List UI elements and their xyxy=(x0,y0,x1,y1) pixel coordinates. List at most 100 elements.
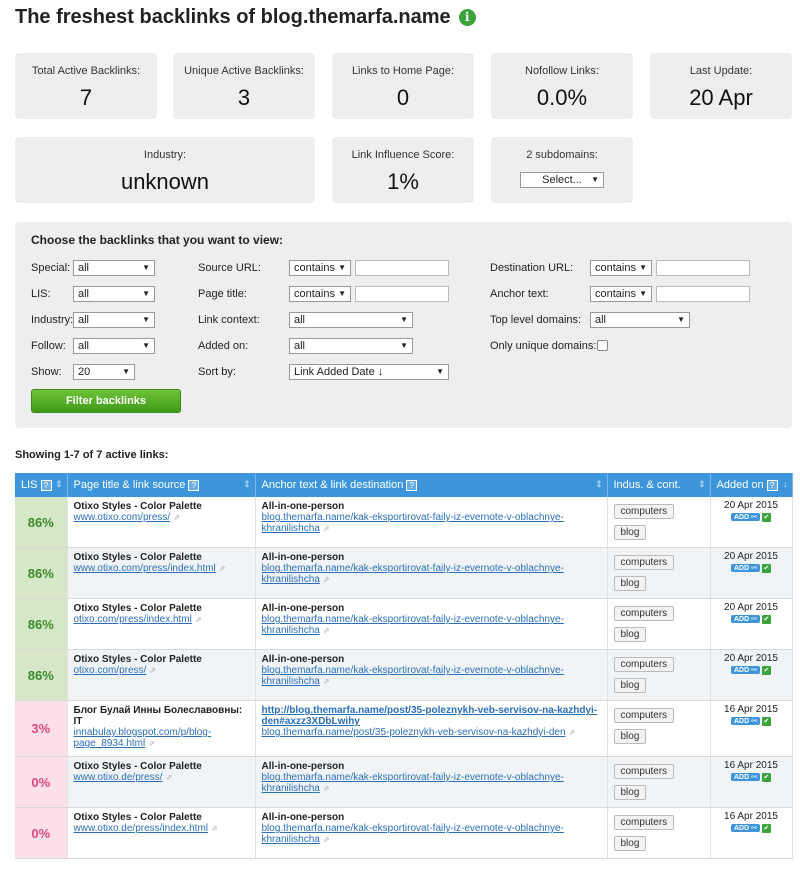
industry-tag[interactable]: computers xyxy=(613,764,675,779)
anchor-text-op-select[interactable]: contains xyxy=(590,286,652,302)
external-link-icon[interactable]: ⇗ xyxy=(195,615,202,624)
lis-value: 3% xyxy=(31,721,51,736)
industry-tag[interactable]: computers xyxy=(613,657,675,672)
filter-heading: Choose the backlinks that you want to vi… xyxy=(31,233,284,247)
col-industry[interactable]: Indus. & cont. ⇕ xyxy=(607,473,711,497)
add-badge[interactable]: ADD ⚯ xyxy=(731,513,760,521)
added-on-select[interactable]: all xyxy=(289,338,413,354)
help-icon[interactable]: ? xyxy=(188,480,200,491)
follow-select[interactable]: all xyxy=(73,338,155,354)
dest-url-input[interactable] xyxy=(656,260,750,276)
source-url-op-select[interactable]: contains xyxy=(289,260,351,276)
industry-tag[interactable]: computers xyxy=(613,708,675,723)
source-url-input[interactable] xyxy=(355,260,449,276)
added-date: 20 Apr 2015 xyxy=(724,551,778,562)
external-link-icon[interactable]: ⇗ xyxy=(323,835,330,844)
add-badge[interactable]: ADD ⚯ xyxy=(731,717,760,725)
add-badge[interactable]: ADD ⚯ xyxy=(731,615,760,623)
context-tag[interactable]: blog xyxy=(613,678,647,693)
external-link-icon[interactable]: ⇗ xyxy=(148,739,155,748)
sort-icon[interactable]: ⇕ xyxy=(55,479,63,490)
table-row: 86% Otixo Styles - Color Palette otixo.com… xyxy=(15,649,793,701)
anchor-text: All-in-one-person xyxy=(261,603,345,614)
page-title-op-select[interactable]: contains xyxy=(289,286,351,302)
help-icon[interactable]: ? xyxy=(766,480,778,491)
industry-tag[interactable]: computers xyxy=(613,815,675,830)
dest-url-label: Destination URL: xyxy=(490,262,574,274)
filter-backlinks-button[interactable]: Filter backlinks xyxy=(31,389,181,413)
col-page-title[interactable]: Page title & link source? ⇕ xyxy=(67,473,256,497)
page-title-text: The freshest backlinks of blog.themarfa.… xyxy=(15,6,451,28)
sort-by-select[interactable]: Link Added Date ↓ xyxy=(289,364,449,380)
external-link-icon[interactable]: ⇗ xyxy=(323,575,330,584)
lis-select[interactable]: all xyxy=(73,286,155,302)
context-tag[interactable]: blog xyxy=(613,836,647,851)
destination-link[interactable]: blog.themarfa.name/kak-eksportirovat-fai… xyxy=(262,665,564,687)
add-badge[interactable]: ADD ⚯ xyxy=(731,666,760,674)
source-link[interactable]: otixo.com/press/index.html xyxy=(74,614,192,625)
added-cell: 20 Apr 2015 ADD ⚯ ✔ xyxy=(710,649,793,701)
external-link-icon[interactable]: ⇗ xyxy=(569,728,576,737)
help-icon[interactable]: ? xyxy=(40,480,52,491)
source-link[interactable]: www.otixo.de/press/index.html xyxy=(74,823,209,834)
industry-tag[interactable]: computers xyxy=(613,504,675,519)
source-link[interactable]: www.otixo.com/press/index.html xyxy=(74,563,216,574)
context-tag[interactable]: blog xyxy=(613,525,647,540)
external-link-icon[interactable]: ⇗ xyxy=(173,513,180,522)
page-title-input[interactable] xyxy=(355,286,449,302)
anchor-text[interactable]: http://blog.themarfa.name/post/35-polezn… xyxy=(262,705,601,727)
destination-link[interactable]: blog.themarfa.name/kak-eksportirovat-fai… xyxy=(262,823,564,845)
dest-url-op-select[interactable]: contains xyxy=(590,260,652,276)
stat-value: unknown xyxy=(120,169,210,194)
page-title-label: Page title: xyxy=(198,288,247,300)
context-tag[interactable]: blog xyxy=(613,785,647,800)
sort-icon[interactable]: ⇕ xyxy=(698,479,706,490)
source-link[interactable]: otixo.com/press/ xyxy=(74,665,147,676)
destination-link[interactable]: blog.themarfa.name/kak-eksportirovat-fai… xyxy=(262,772,564,794)
source-link[interactable]: www.otixo.com/press/ xyxy=(74,512,171,523)
destination-link[interactable]: blog.themarfa.name/kak-eksportirovat-fai… xyxy=(262,563,564,585)
anchor-text: All-in-one-person xyxy=(261,501,345,512)
source-link[interactable]: www.otixo.de/press/ xyxy=(74,772,163,783)
destination-link[interactable]: blog.themarfa.name/kak-eksportirovat-fai… xyxy=(262,512,564,534)
source-link[interactable]: innabulay.blogspot.com/p/blog-page_8934.… xyxy=(74,727,212,749)
sort-by-label: Sort by: xyxy=(198,366,236,378)
destination-link[interactable]: blog.themarfa.name/post/35-poleznykh-veb… xyxy=(262,727,566,738)
add-badge[interactable]: ADD ⚯ xyxy=(731,564,760,572)
col-anchor[interactable]: Anchor text & link destination? ⇕ xyxy=(255,473,608,497)
industry-tag[interactable]: computers xyxy=(613,606,675,621)
external-link-icon[interactable]: ⇗ xyxy=(323,524,330,533)
destination-link[interactable]: blog.themarfa.name/kak-eksportirovat-fai… xyxy=(262,614,564,636)
external-link-icon[interactable]: ⇗ xyxy=(165,773,172,782)
external-link-icon[interactable]: ⇗ xyxy=(323,677,330,686)
link-context-select[interactable]: all xyxy=(289,312,413,328)
sort-icon[interactable]: ⇕ xyxy=(243,479,251,490)
info-icon[interactable]: i xyxy=(458,9,476,26)
special-select[interactable]: all xyxy=(73,260,155,276)
col-lis[interactable]: LIS? ⇕ xyxy=(15,473,68,497)
subdomains-select[interactable]: Select... xyxy=(520,172,604,188)
show-select[interactable]: 20 xyxy=(73,364,135,380)
unique-domains-checkbox[interactable] xyxy=(597,340,608,351)
page-title: The freshest backlinks of blog.themarfa.… xyxy=(15,6,476,29)
external-link-icon[interactable]: ⇗ xyxy=(149,666,156,675)
external-link-icon[interactable]: ⇗ xyxy=(323,626,330,635)
external-link-icon[interactable]: ⇗ xyxy=(219,564,226,573)
context-tag[interactable]: blog xyxy=(613,729,647,744)
context-tag[interactable]: blog xyxy=(613,576,647,591)
context-tag[interactable]: blog xyxy=(613,627,647,642)
col-added-on[interactable]: Added on? ↓ xyxy=(710,473,793,497)
lis-value: 86% xyxy=(27,514,54,530)
anchor-text-input[interactable] xyxy=(656,286,750,302)
source-url-label: Source URL: xyxy=(198,262,261,274)
external-link-icon[interactable]: ⇗ xyxy=(323,784,330,793)
add-badge[interactable]: ADD ⚯ xyxy=(731,773,760,781)
external-link-icon[interactable]: ⇗ xyxy=(211,824,218,833)
sort-icon[interactable]: ⇕ xyxy=(595,479,603,490)
industry-tag[interactable]: computers xyxy=(613,555,675,570)
help-icon[interactable]: ? xyxy=(406,480,418,491)
tld-select[interactable]: all xyxy=(590,312,690,328)
sort-icon[interactable]: ↓ xyxy=(783,479,788,489)
industry-select[interactable]: all xyxy=(73,312,155,328)
add-badge[interactable]: ADD ⚯ xyxy=(731,824,760,832)
